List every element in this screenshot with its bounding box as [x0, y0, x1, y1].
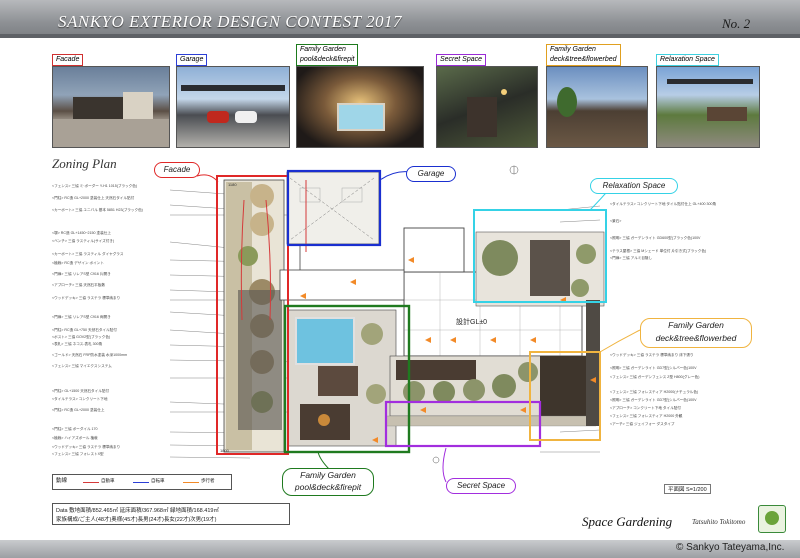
callout-garage: Garage [406, 166, 456, 182]
facade-wall [238, 290, 282, 430]
data-line-1: Data 敷地面積/852.465㎡ 延床面積/367.968㎡ 緑地面積/16… [56, 508, 219, 514]
callout-family-garden-deck: Family Garden deck&tree&flowerbed [640, 318, 752, 348]
svg-text:1180: 1180 [228, 182, 237, 187]
floor-level-label: 設計GL±0 [456, 317, 487, 326]
house-wing [403, 227, 465, 273]
legend-bike: 自転車 [151, 478, 165, 483]
bike-line-swatch [133, 482, 149, 483]
pool [295, 317, 355, 365]
signature-main: Space Gardening [582, 514, 673, 529]
legend-title: 動線 [56, 478, 68, 484]
callout-facade: Facade [154, 162, 200, 178]
legend-walk: 歩行者 [201, 478, 215, 483]
data-line-2: 家族構成/ご主人(48才)奥様(45才)長男(24才)長女(22才)次男(19才… [56, 517, 217, 523]
scale-label: 平面図 S=1/200 [664, 484, 711, 494]
relax-deck [530, 240, 570, 296]
walk-line-swatch [183, 482, 199, 483]
data-box: Data 敷地面積/852.465㎡ 延床面積/367.968㎡ 緑地面積/16… [52, 503, 290, 525]
signature-name: Tatsuhito Tokitomo [692, 518, 746, 526]
side-fence [586, 300, 600, 426]
callout-relaxation: Relaxation Space [590, 178, 678, 194]
pool-deck [318, 366, 358, 396]
callout-secret-space: Secret Space [446, 478, 516, 494]
contest-badge-icon [758, 505, 786, 533]
relax-tree [482, 240, 518, 276]
svg-text:1800: 1800 [220, 448, 230, 453]
legend-car: 自動車 [101, 478, 115, 483]
car-line-swatch [83, 482, 99, 483]
callout-family-garden-pool: Family Garden pool&deck&firepit [282, 468, 374, 496]
copyright: © Sankyo Tateyama,Inc. [676, 542, 785, 553]
movement-legend: 動線 自動車 自転車 歩行者 [52, 474, 232, 490]
firepit [318, 414, 330, 426]
